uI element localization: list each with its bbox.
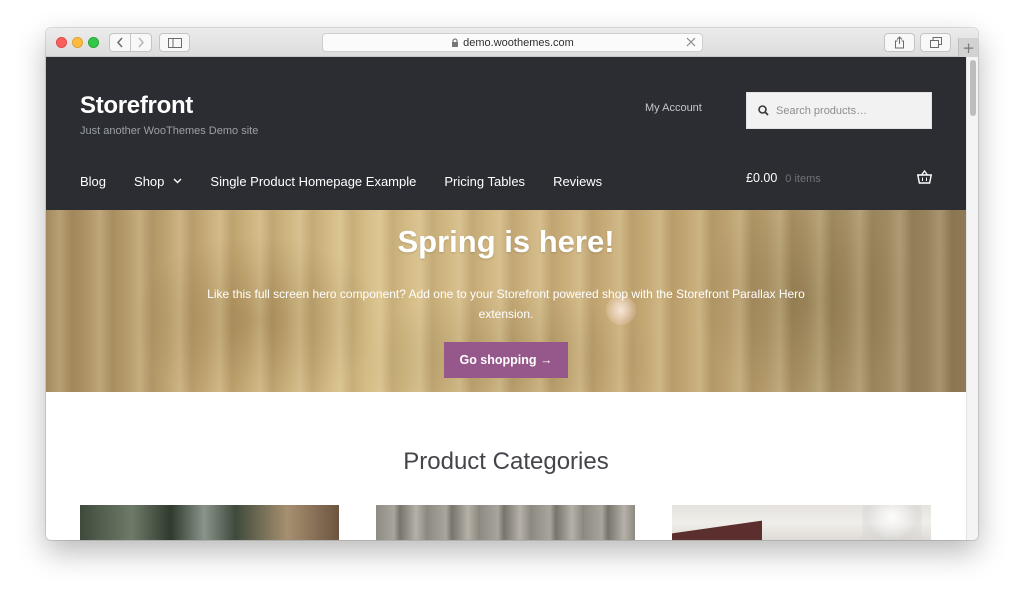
url-text: demo.woothemes.com	[463, 36, 574, 49]
hero-banner: Spring is here! Like this full screen he…	[46, 210, 966, 392]
basket-icon[interactable]	[917, 170, 932, 184]
zoom-window-button[interactable]	[88, 37, 99, 48]
chevron-left-icon	[116, 37, 124, 48]
chevron-down-icon	[173, 178, 182, 184]
nav-item-single-product[interactable]: Single Product Homepage Example	[210, 174, 416, 189]
primary-nav: Blog Shop Single Product Homepage Exampl…	[80, 171, 630, 191]
cart-total: £0.00	[746, 171, 778, 185]
web-viewport: Storefront Just another WooThemes Demo s…	[46, 57, 978, 540]
minimize-window-button[interactable]	[72, 37, 83, 48]
nav-item-label: Reviews	[553, 173, 603, 189]
chevron-right-icon	[137, 37, 145, 48]
scrollbar-thumb[interactable]	[970, 60, 976, 116]
nav-item-label: Blog	[80, 173, 107, 189]
share-button[interactable]	[884, 33, 915, 52]
sidebar-icon	[167, 37, 182, 48]
tabs-icon	[929, 37, 942, 48]
sidebar-toggle-button[interactable]	[159, 33, 190, 52]
category-image-2[interactable]	[376, 505, 635, 540]
back-button[interactable]	[109, 33, 131, 52]
close-icon[interactable]	[685, 36, 697, 48]
nav-item-blog[interactable]: Blog	[80, 174, 106, 189]
search-input[interactable]	[776, 104, 926, 117]
close-window-button[interactable]	[56, 37, 67, 48]
cart-link[interactable]: £0.00 0 items	[746, 171, 821, 185]
search-icon	[758, 105, 769, 116]
cart-count: 0 items	[785, 173, 821, 185]
my-account-link[interactable]: My Account	[645, 102, 702, 114]
nav-item-reviews[interactable]: Reviews	[553, 174, 602, 189]
nav-item-label: Pricing Tables	[444, 173, 526, 189]
nav-item-label: Shop	[134, 173, 165, 189]
site-title[interactable]: Storefront	[80, 92, 193, 120]
product-search	[746, 92, 932, 129]
show-tabs-button[interactable]	[920, 33, 951, 52]
browser-window: demo.woothemes.com + Storefront Just ano…	[46, 28, 978, 540]
lock-icon	[451, 37, 459, 48]
nav-item-shop[interactable]: Shop	[134, 174, 182, 189]
category-image-detail	[862, 505, 922, 540]
category-image-3[interactable]	[672, 505, 931, 540]
main-content: Product Categories	[46, 392, 966, 540]
page-scrollbar[interactable]	[966, 57, 978, 540]
category-image-detail	[672, 520, 762, 540]
address-bar[interactable]: demo.woothemes.com	[322, 33, 703, 52]
section-title: Product Categories	[403, 448, 609, 475]
nav-item-pricing-tables[interactable]: Pricing Tables	[444, 174, 525, 189]
site-tagline: Just another WooThemes Demo site	[80, 125, 259, 137]
category-image-1[interactable]	[80, 505, 339, 540]
go-shopping-button[interactable]: Go shopping →	[444, 342, 568, 378]
site-header: Storefront Just another WooThemes Demo s…	[46, 57, 966, 210]
share-icon	[894, 36, 905, 49]
forward-button[interactable]	[130, 33, 152, 52]
new-tab-button[interactable]: +	[958, 38, 978, 57]
browser-titlebar: demo.woothemes.com +	[46, 28, 978, 57]
nav-item-label: Single Product Homepage Example	[210, 173, 417, 189]
hero-description: Like this full screen hero component? Ad…	[207, 287, 805, 321]
hero-title: Spring is here!	[397, 224, 615, 259]
